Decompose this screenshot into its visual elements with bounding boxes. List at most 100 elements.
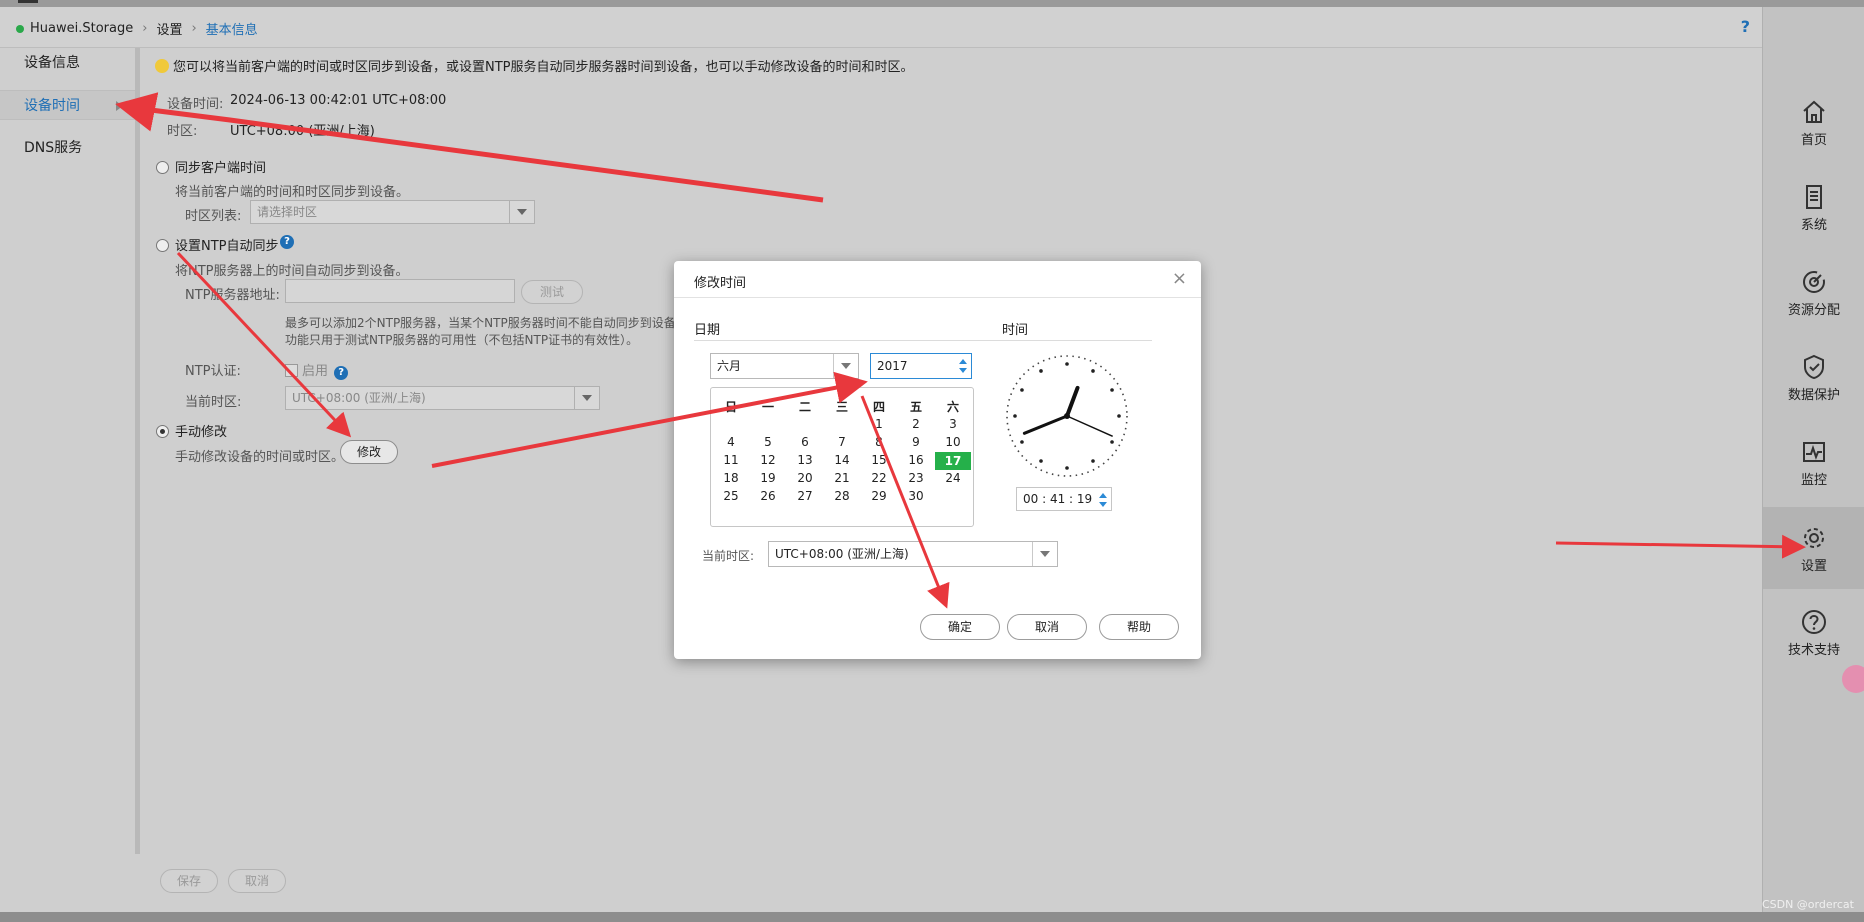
calendar-day[interactable]: 13 bbox=[787, 453, 823, 467]
document-icon bbox=[1806, 185, 1822, 209]
ntp-test-button[interactable]: 测试 bbox=[521, 280, 583, 304]
calendar-day[interactable]: 28 bbox=[824, 489, 860, 503]
time-spinner[interactable]: 00 : 41 : 19 bbox=[1016, 487, 1112, 511]
calendar-day[interactable]: 22 bbox=[861, 471, 897, 485]
nav-item-device-time[interactable]: 设备时间 bbox=[0, 90, 135, 120]
shield-icon bbox=[1804, 354, 1824, 380]
checkbox-icon bbox=[285, 364, 298, 377]
calendar-day[interactable]: 12 bbox=[750, 453, 786, 467]
dialog-help-button[interactable]: 帮助 bbox=[1099, 614, 1179, 640]
calendar-day[interactable]: 24 bbox=[935, 471, 971, 485]
divider bbox=[1002, 340, 1152, 341]
calendar-day[interactable]: 16 bbox=[898, 453, 934, 467]
calendar-day[interactable]: 25 bbox=[713, 489, 749, 503]
year-spinner[interactable]: 2017 bbox=[870, 353, 972, 379]
ntp-current-tz-select[interactable]: UTC+08:00 (亚洲/上海) bbox=[285, 386, 600, 410]
calendar-day[interactable]: 1 bbox=[861, 417, 897, 431]
nav-item-device-info[interactable]: 设备信息 bbox=[0, 48, 135, 78]
monitor-icon bbox=[1803, 442, 1825, 462]
cancel-button[interactable]: 取消 bbox=[228, 869, 286, 893]
help-icon[interactable]: ? bbox=[334, 366, 349, 380]
floating-assistant-icon[interactable] bbox=[1842, 665, 1864, 693]
nav-item-dns[interactable]: DNS服务 bbox=[0, 133, 135, 163]
rightnav-system[interactable]: 系统 bbox=[1763, 184, 1864, 264]
clock-hour-tick bbox=[1020, 440, 1024, 444]
help-icon[interactable]: ? bbox=[1741, 17, 1750, 36]
rightnav-data-protection[interactable]: 数据保护 bbox=[1763, 354, 1864, 434]
chevron-right-icon: › bbox=[191, 21, 197, 36]
chevron-down-icon bbox=[509, 201, 534, 223]
calendar-day-selected[interactable]: 17 bbox=[935, 452, 971, 470]
ntp-note-line1: 最多可以添加2个NTP服务器，当某个NTP服务器时间不能自动同步到设备 bbox=[285, 316, 676, 330]
calendar-day[interactable]: 29 bbox=[861, 489, 897, 503]
calendar-day[interactable]: 15 bbox=[861, 453, 897, 467]
modify-time-dialog: 修改时间 × 日期 时间 六月 2017 日 一 二 三 四 五 六 1 2 3… bbox=[674, 261, 1201, 659]
rightnav-label: 监控 bbox=[1800, 473, 1827, 488]
breadcrumb-settings[interactable]: 设置 bbox=[156, 19, 182, 38]
clock-hour-tick bbox=[1013, 414, 1017, 418]
radio-manual[interactable]: 手动修改 bbox=[156, 421, 227, 440]
ntp-desc: 将NTP服务器上的时间自动同步到设备。 bbox=[175, 264, 409, 279]
clock-center bbox=[1064, 413, 1070, 419]
breadcrumb-device[interactable]: Huawei.Storage bbox=[30, 21, 133, 36]
modify-button[interactable]: 修改 bbox=[340, 440, 398, 464]
bottom-bar bbox=[0, 912, 1864, 922]
weekday-header: 二 bbox=[798, 400, 811, 414]
tz-list-label: 时区列表: bbox=[185, 209, 242, 224]
calendar-day[interactable]: 11 bbox=[713, 453, 749, 467]
spinner-arrows-icon[interactable] bbox=[1099, 493, 1107, 507]
calendar-day[interactable]: 26 bbox=[750, 489, 786, 503]
calendar-day[interactable]: 30 bbox=[898, 489, 934, 503]
clock-hour-tick bbox=[1110, 388, 1114, 392]
rightnav-home[interactable]: 首页 bbox=[1763, 99, 1864, 179]
ok-button[interactable]: 确定 bbox=[920, 614, 1000, 640]
calendar-day[interactable]: 23 bbox=[898, 471, 934, 485]
ntp-enable-checkbox[interactable]: 启用 ? bbox=[285, 360, 349, 380]
home-icon bbox=[1803, 100, 1825, 123]
rightnav-settings[interactable]: 设置 bbox=[1763, 507, 1864, 589]
weekday-header: 六 bbox=[946, 400, 959, 414]
dialog-cancel-button[interactable]: 取消 bbox=[1007, 614, 1087, 640]
calendar-day[interactable]: 8 bbox=[861, 435, 897, 449]
weekday-header: 五 bbox=[909, 400, 922, 414]
rightnav-resource[interactable]: 资源分配 bbox=[1763, 269, 1864, 349]
radio-ntp-label: 设置NTP自动同步 bbox=[175, 239, 279, 254]
calendar-day[interactable]: 14 bbox=[824, 453, 860, 467]
rightnav-label: 技术支持 bbox=[1787, 643, 1840, 658]
radio-ntp[interactable]: 设置NTP自动同步 bbox=[156, 235, 279, 254]
rightnav-label: 首页 bbox=[1800, 133, 1827, 148]
calendar-day[interactable]: 21 bbox=[824, 471, 860, 485]
weekday-header: 四 bbox=[872, 400, 885, 414]
clock-hour-tick bbox=[1091, 459, 1095, 463]
calendar-day[interactable]: 27 bbox=[787, 489, 823, 503]
calendar-day[interactable]: 18 bbox=[713, 471, 749, 485]
question-icon bbox=[1802, 610, 1826, 634]
clock-hour-tick bbox=[1020, 388, 1024, 392]
dialog-tz-select[interactable]: UTC+08:00 (亚洲/上海) bbox=[768, 541, 1058, 567]
spinner-arrows-icon[interactable] bbox=[959, 359, 967, 373]
close-icon[interactable]: × bbox=[1172, 268, 1187, 289]
month-value: 六月 bbox=[717, 359, 742, 373]
radio-sync-client[interactable]: 同步客户端时间 bbox=[156, 157, 266, 176]
breadcrumb-basic-info: 基本信息 bbox=[205, 23, 258, 38]
calendar-day[interactable]: 7 bbox=[824, 435, 860, 449]
calendar-day[interactable]: 19 bbox=[750, 471, 786, 485]
ntp-server-input[interactable] bbox=[285, 279, 515, 303]
calendar-day[interactable]: 4 bbox=[713, 435, 749, 449]
tz-list-select[interactable]: 请选择时区 bbox=[250, 200, 535, 224]
calendar-day[interactable]: 2 bbox=[898, 417, 934, 431]
calendar-day[interactable]: 6 bbox=[787, 435, 823, 449]
dialog-title: 修改时间 bbox=[694, 276, 747, 291]
calendar-day[interactable]: 5 bbox=[750, 435, 786, 449]
clock-hour-tick bbox=[1065, 362, 1069, 366]
right-nav-bar: 首页 系统 资源分配 数据保护 监控 设置 技术支持 bbox=[1762, 7, 1864, 915]
calendar-day[interactable]: 10 bbox=[935, 435, 971, 449]
breadcrumb: Huawei.Storage › 设置 › 基本信息 bbox=[16, 19, 258, 38]
resource-icon bbox=[1803, 271, 1825, 293]
help-icon[interactable]: ? bbox=[280, 235, 294, 249]
month-select[interactable]: 六月 bbox=[710, 353, 859, 379]
calendar-day[interactable]: 20 bbox=[787, 471, 823, 485]
calendar-day[interactable]: 9 bbox=[898, 435, 934, 449]
save-button[interactable]: 保存 bbox=[160, 869, 218, 893]
calendar-day[interactable]: 3 bbox=[935, 417, 971, 431]
